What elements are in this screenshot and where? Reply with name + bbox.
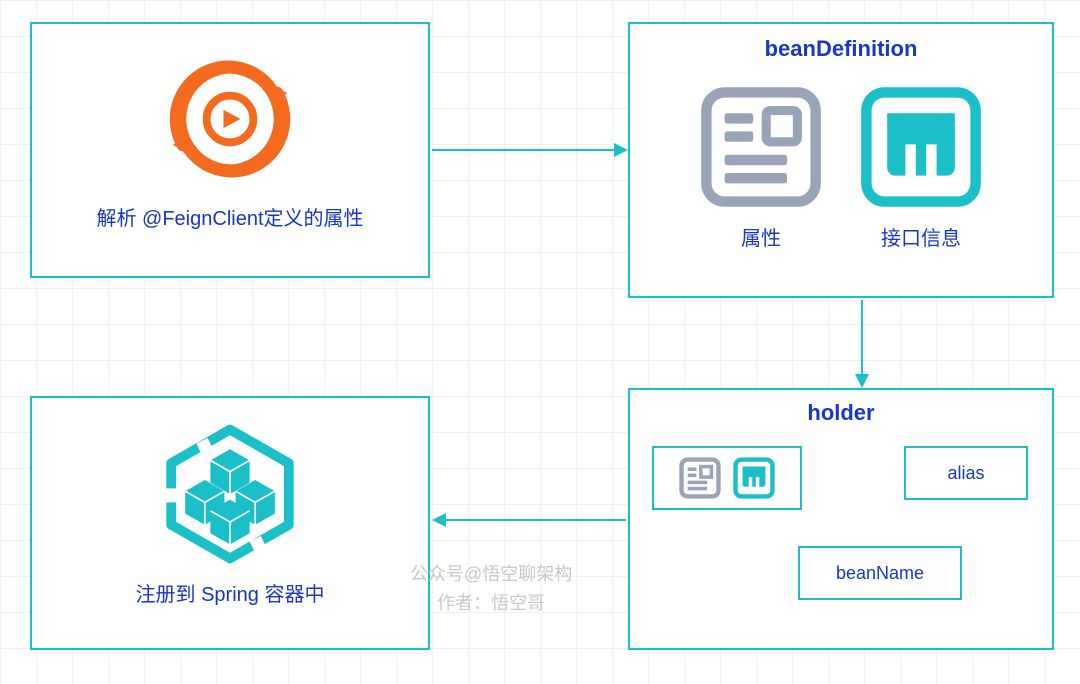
box-bean-definition: beanDefinition 属性 接口信息: [628, 22, 1054, 298]
document-icon-small: [678, 456, 722, 500]
box3-caption: 注册到 Spring 容器中: [32, 578, 428, 607]
alias-box: alias: [904, 446, 1028, 500]
beanname-box: beanName: [798, 546, 962, 600]
refresh-play-icon: [165, 54, 295, 184]
document-icon: [696, 82, 826, 212]
cube-cluster-icon: [160, 424, 300, 564]
iface-label: 接口信息: [881, 222, 961, 251]
box4-title: holder: [630, 400, 1052, 426]
box-holder: holder alias beanName: [628, 388, 1054, 650]
box-register-spring: 注册到 Spring 容器中: [30, 396, 430, 650]
box2-title: beanDefinition: [630, 36, 1052, 62]
attr-label: 属性: [741, 222, 781, 251]
box1-caption: 解析 @FeignClient定义的属性: [32, 202, 428, 231]
interface-icon: [856, 82, 986, 212]
interface-icon-small: [732, 456, 776, 500]
box-parse-feignclient: 解析 @FeignClient定义的属性: [30, 22, 430, 278]
mini-beandefinition: [652, 446, 802, 510]
